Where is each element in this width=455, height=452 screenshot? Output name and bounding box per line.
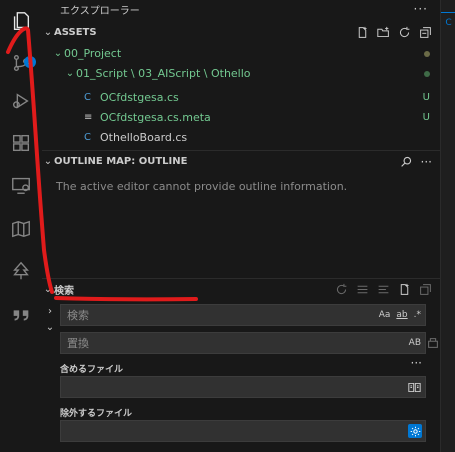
new-search-editor-icon[interactable] [398,283,411,296]
search-input-placeholder: 検索 [67,309,89,322]
explorer-more-button[interactable]: ··· [414,2,428,16]
csharp-file-icon: C [84,92,91,103]
exclude-label: 除外するファイル [60,409,133,419]
new-folder-icon[interactable] [377,26,390,39]
csharp-file-icon: C [84,132,91,143]
outline-more-button[interactable]: ··· [421,155,432,169]
collapse-all-icon[interactable] [419,283,432,296]
gear-icon[interactable] [408,424,422,438]
outline-actions: ··· [400,155,432,169]
collapse-all-icon[interactable] [419,26,432,39]
include-input[interactable] [60,376,426,398]
map-icon[interactable] [0,208,42,250]
search-icon[interactable] [400,155,413,168]
tree-icon[interactable] [0,250,42,292]
explorer-title: エクスプローラー [60,5,140,17]
new-file-icon[interactable] [356,26,369,39]
outline-message: The active editor cannot provide outline… [56,180,348,193]
tree-item-othello-folder[interactable]: ⌄ 01_Script \ 03_AIScript \ Othello [42,63,440,84]
csharp-file-icon[interactable]: C [441,12,455,33]
tree-item-file[interactable]: ≡ OCfdstgesa.cs.meta U [42,107,440,128]
editor-tab-strip: C [440,0,455,452]
chevron-down-icon: ⌄ [65,68,75,79]
tree-item-label: OCfdstgesa.cs.meta [100,111,211,124]
assets-header[interactable]: ⌄ ASSETS [42,22,440,43]
replace-all-icon[interactable] [426,336,440,350]
view-as-list-icon[interactable] [377,283,390,296]
exclude-input[interactable] [60,420,426,442]
text-file-icon: ≡ [84,112,93,123]
clear-results-icon[interactable] [356,283,369,296]
chevron-down-icon: ⌄ [43,156,53,167]
assets-actions [356,26,432,39]
tree-item-project[interactable]: ⌄ 00_Project [42,43,440,64]
toggle-search-details-button[interactable]: ··· [411,356,422,370]
explorer-icon[interactable] [0,0,42,42]
sidebar: エクスプローラー ··· ⌄ ASSETS ⌄ 00_Project ⌄ 01_… [42,0,440,452]
chevron-down-icon: ⌄ [43,27,53,38]
run-debug-icon[interactable] [0,80,42,122]
activity-bar: 1 [0,0,43,452]
refresh-icon[interactable] [398,26,411,39]
tree-item-label: OCfdstgesa.cs [100,91,179,104]
match-case-toggle[interactable]: Aa [379,310,391,320]
include-label: 含めるファイル [60,365,124,375]
tree-item-file[interactable]: C OthelloBoard.cs [42,127,440,148]
tree-item-label: 01_Script \ 03_AIScript \ Othello [76,67,251,80]
tree-item-label: 00_Project [64,47,122,60]
extensions-icon[interactable] [0,122,42,164]
search-actions [335,283,432,296]
preserve-case-toggle[interactable]: AB [409,338,421,348]
chevron-down-icon: ⌄ [43,284,53,295]
match-word-toggle[interactable]: ab [396,310,407,320]
chevron-down-icon[interactable]: ⌄ [44,322,56,333]
outline-header[interactable]: ⌄ OUTLINE MAP: OUTLINE ··· [42,151,440,172]
search-input[interactable]: 検索 Aa ab .* [60,304,426,326]
search-header[interactable]: ⌄ 検索 [42,279,440,300]
source-control-badge: 1 [24,56,36,68]
refresh-icon[interactable] [335,283,348,296]
replace-input-placeholder: 置換 [67,337,89,350]
book-icon[interactable] [408,381,421,394]
untracked-decoration: U [422,92,430,103]
remote-explorer-icon[interactable] [0,164,42,206]
modified-dot-icon [424,50,430,57]
chevron-down-icon: ⌄ [53,48,63,59]
untracked-dot-icon [424,70,430,77]
tree-item-file[interactable]: C OCfdstgesa.cs U [42,87,440,108]
regex-toggle[interactable]: .* [414,310,421,320]
outline-header-label: OUTLINE MAP: OUTLINE [54,156,188,167]
explorer-titlebar: エクスプローラー ··· [42,0,440,18]
tree-item-label: OthelloBoard.cs [100,131,188,144]
untracked-decoration: U [422,112,430,123]
replace-options: AB [409,338,421,348]
search-options: Aa ab .* [379,310,421,320]
toggle-replace-icon[interactable]: › [44,306,56,317]
search-header-label: 検索 [54,286,74,297]
assets-header-label: ASSETS [54,27,97,38]
quote-icon[interactable] [0,294,42,336]
replace-input[interactable]: 置換 AB [60,332,426,354]
